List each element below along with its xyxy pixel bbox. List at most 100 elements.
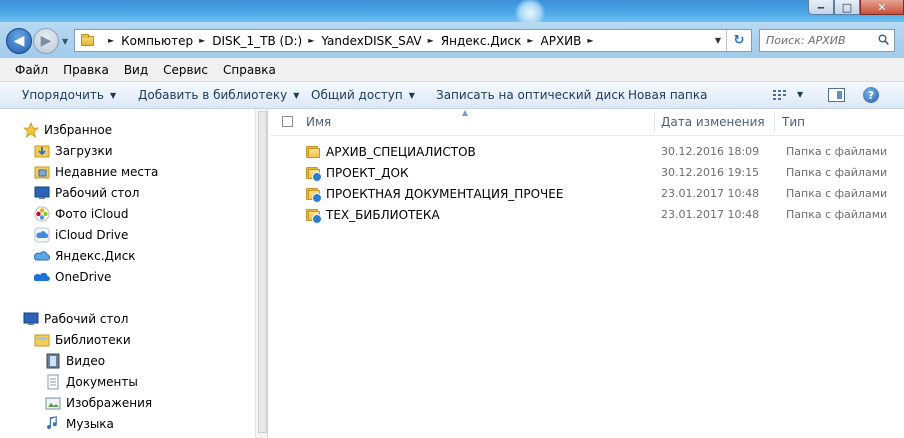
breadcrumb-label: Яндекс.Диск (440, 33, 522, 48)
breadcrumb-item[interactable]: Яндекс.Диск ► (441, 34, 541, 48)
desktop-icon (23, 312, 39, 325)
forward-button[interactable]: ▶ (33, 28, 59, 54)
nav-label: Избранное (44, 123, 113, 137)
folder-icon (306, 145, 320, 158)
chevron-right-icon[interactable]: ► (428, 36, 434, 45)
breadcrumb-item[interactable]: АРХИВ ► (541, 34, 601, 48)
help-icon[interactable]: ? (863, 87, 879, 103)
share-button[interactable]: Общий доступ ▼ (311, 82, 415, 108)
breadcrumb-label: Компьютер (121, 33, 194, 48)
breadcrumb-label: АРХИВ (540, 33, 582, 48)
address-history-dropdown[interactable]: ▼ (711, 30, 725, 51)
file-name: ПРОЕКТ_ДОК (326, 165, 409, 180)
nav-icloud-photos[interactable]: Фото iCloud (34, 204, 128, 224)
breadcrumb-item[interactable]: YandexDISK_SAV ► (321, 34, 440, 48)
file-date: 30.12.2016 19:15 (661, 166, 760, 179)
menu-edit[interactable]: Правка (63, 63, 109, 77)
file-row[interactable]: АРХИВ_СПЕЦИАЛИСТОВ 30.12.2016 18:09 Папк… (270, 141, 904, 162)
search-box (759, 29, 895, 52)
menu-help[interactable]: Справка (223, 63, 276, 77)
file-type: Папка с файлами (786, 208, 888, 221)
nav-desktop-favorite[interactable]: Рабочий стол (34, 183, 139, 203)
file-row[interactable]: ПРОЕКТНАЯ ДОКУМЕНТАЦИЯ_ПРОЧЕЕ 23.01.2017… (270, 183, 904, 204)
nav-onedrive[interactable]: OneDrive (34, 267, 111, 287)
nav-library-music[interactable]: Музыка (45, 414, 114, 434)
recent-pages-dropdown[interactable]: ▼ (62, 37, 68, 46)
title-bar: ‒ □ ✕ (0, 0, 904, 22)
select-all-checkbox[interactable] (282, 116, 293, 127)
column-header-date[interactable]: Дата изменения (661, 109, 765, 135)
preview-pane-icon[interactable] (828, 88, 845, 102)
nav-icloud-drive[interactable]: iCloud Drive (34, 225, 128, 245)
nav-library-pictures[interactable]: Изображения (45, 393, 152, 413)
nav-pane-scrollbar[interactable] (255, 109, 268, 438)
navigation-pane: Избранное Загрузки Недавние места Рабочи… (0, 109, 255, 438)
nav-favorites[interactable]: Избранное (23, 120, 112, 140)
menu-file[interactable]: Файл (15, 63, 48, 77)
chevron-down-icon[interactable]: ▼ (797, 90, 803, 99)
minimize-button[interactable]: ‒ (808, 0, 834, 15)
file-row[interactable]: ПРОЕКТ_ДОК 30.12.2016 19:15 Папка с файл… (270, 162, 904, 183)
chevron-right-icon[interactable]: ► (308, 36, 314, 45)
onedrive-icon (34, 272, 50, 281)
downloads-folder-icon (34, 145, 50, 158)
column-divider[interactable] (774, 111, 775, 133)
breadcrumb-root-arrow: ► (102, 36, 121, 45)
file-row[interactable]: ТЕХ_БИБЛИОТЕКА 23.01.2017 10:48 Папка с … (270, 204, 904, 225)
nav-label: Документы (66, 375, 138, 389)
chevron-right-icon[interactable]: ► (587, 36, 593, 45)
minimize-icon: ‒ (817, 0, 825, 14)
nav-library-video[interactable]: Видео (45, 351, 105, 371)
nav-libraries[interactable]: Библиотеки (34, 330, 131, 350)
nav-recent-places[interactable]: Недавние места (34, 162, 158, 182)
arrow-right-icon: ▶ (40, 33, 52, 49)
refresh-icon: ↻ (733, 33, 745, 48)
chevron-right-icon[interactable]: ► (108, 36, 114, 45)
command-bar: Упорядочить ▼ Добавить в библиотеку ▼ Об… (0, 82, 904, 109)
column-header-name[interactable]: Имя (306, 109, 331, 135)
refresh-button[interactable]: ↻ (726, 30, 751, 51)
file-name: АРХИВ_СПЕЦИАЛИСТОВ (326, 144, 476, 159)
chevron-right-icon[interactable]: ► (527, 36, 533, 45)
nav-desktop[interactable]: Рабочий стол (23, 309, 128, 329)
maximize-button[interactable]: □ (834, 0, 860, 15)
close-icon: ✕ (877, 0, 887, 14)
burn-button[interactable]: Записать на оптический диск (436, 82, 625, 108)
new-folder-button[interactable]: Новая папка (628, 82, 707, 108)
nav-downloads[interactable]: Загрузки (34, 141, 113, 161)
organize-button[interactable]: Упорядочить ▼ (22, 82, 116, 108)
menu-tools[interactable]: Сервис (163, 63, 208, 77)
nav-label: Рабочий стол (55, 186, 140, 200)
chevron-down-icon: ▼ (62, 37, 69, 46)
chevron-down-icon: ▼ (293, 90, 300, 100)
add-to-library-button[interactable]: Добавить в библиотеку ▼ (138, 82, 299, 108)
nav-label: Фото iCloud (55, 207, 129, 221)
music-library-icon (47, 416, 57, 430)
nav-library-documents[interactable]: Документы (45, 372, 138, 392)
breadcrumb-item[interactable]: DISK_1_TB (D:) ► (212, 34, 321, 48)
desktop-icon (34, 186, 50, 199)
search-input[interactable] (766, 31, 870, 50)
breadcrumb-item[interactable]: Компьютер ► (121, 34, 212, 48)
recent-places-icon (34, 166, 50, 179)
share-label: Общий доступ (311, 88, 403, 102)
file-type: Папка с файлами (786, 145, 888, 158)
nav-yandex-disk[interactable]: Яндекс.Диск (34, 246, 136, 266)
scrollbar-thumb[interactable] (258, 111, 267, 433)
close-button[interactable]: ✕ (860, 0, 904, 15)
nav-label: Изображения (66, 396, 153, 410)
search-icon[interactable] (878, 34, 889, 45)
column-divider[interactable] (654, 111, 655, 133)
folder-icon (81, 33, 94, 46)
menu-view[interactable]: Вид (124, 63, 148, 77)
chevron-right-icon[interactable]: ► (199, 36, 205, 45)
view-options-icon[interactable] (773, 90, 789, 100)
column-header-type[interactable]: Тип (782, 109, 805, 135)
sync-badge-icon (312, 193, 322, 203)
organize-label: Упорядочить (22, 88, 104, 102)
documents-library-icon (47, 374, 59, 390)
address-bar[interactable]: ► Компьютер ► DISK_1_TB (D:) ► YandexDISK_… (74, 29, 752, 52)
nav-label: Библиотеки (55, 333, 131, 347)
maximize-icon: □ (841, 0, 853, 14)
back-button[interactable]: ◀ (6, 28, 32, 54)
